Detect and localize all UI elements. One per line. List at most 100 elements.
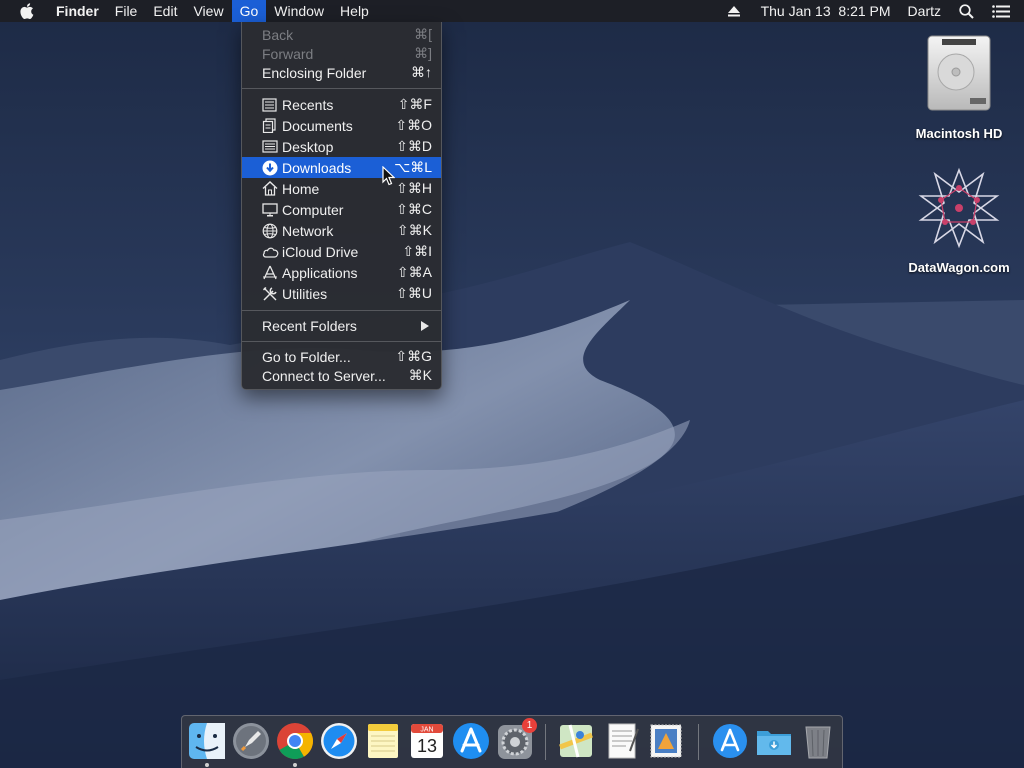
desktop-icon-label: DataWagon.com (908, 260, 1010, 275)
hard-drive-icon (927, 35, 991, 111)
menu-item-icloud-drive[interactable]: iCloud Drive ⇧⌘I (242, 241, 441, 262)
notes-icon (368, 724, 398, 758)
menu-item-shortcut: ⇧⌘A (396, 264, 432, 280)
dock-safari[interactable] (319, 721, 359, 761)
dock-applications-stack[interactable] (710, 721, 750, 761)
icloud-icon (262, 247, 279, 258)
app-store-icon (453, 723, 489, 759)
finder-icon (189, 723, 225, 759)
menu-item-shortcut: ⌘] (414, 45, 432, 61)
menu-item-label: Home (282, 180, 320, 197)
menu-item-shortcut: ⇧⌘F (397, 96, 432, 112)
running-indicator (205, 763, 209, 767)
menu-item-label: Utilities (282, 285, 328, 302)
notification-badge: 1 (522, 718, 537, 733)
menu-item-shortcut: ⇧⌘H (396, 180, 432, 196)
dock-mail[interactable] (646, 721, 686, 761)
menu-item-shortcut: ⇧⌘C (396, 201, 432, 217)
notification-center-button[interactable] (982, 0, 1024, 22)
menu-file[interactable]: File (107, 0, 146, 22)
menu-separator (242, 310, 441, 311)
mouse-cursor-icon (382, 166, 395, 186)
menu-item-desktop[interactable]: Desktop ⇧⌘D (242, 136, 441, 157)
dock-notes[interactable] (363, 721, 403, 761)
notification-center-icon (992, 4, 1010, 18)
desktop-icon (262, 140, 278, 153)
desktop-wallpaper (0, 0, 1024, 768)
spotlight-icon (959, 3, 974, 19)
dock-textedit[interactable] (602, 721, 642, 761)
menu-item-recent-folders[interactable]: Recent Folders (242, 315, 441, 336)
safari-icon (321, 723, 357, 759)
dock-trash[interactable] (798, 721, 838, 761)
menu-item-label: Applications (282, 264, 358, 281)
menu-edit[interactable]: Edit (145, 0, 185, 22)
menu-item-label: Recent Folders (262, 317, 357, 334)
menu-item-shortcut: ⇧⌘G (395, 348, 432, 364)
calendar-day: 13 (417, 736, 437, 756)
dock-finder[interactable] (187, 721, 227, 767)
apple-menu[interactable] (0, 0, 48, 22)
home-icon (262, 181, 278, 196)
menu-item-label: Connect to Server... (262, 367, 386, 384)
downloads-icon (262, 160, 278, 175)
dock-maps[interactable] (556, 721, 596, 761)
menu-item-downloads[interactable]: Downloads ⌥⌘L (242, 157, 441, 178)
menu-item-label: Go to Folder... (262, 348, 351, 365)
menu-item-label: Forward (262, 45, 314, 62)
dock-system-preferences[interactable]: 1 (495, 718, 537, 761)
calendar-month: JAN (420, 727, 433, 734)
menu-item-shortcut: ⇧⌘U (396, 285, 432, 301)
network-icon (262, 223, 278, 238)
menu-item-recents[interactable]: Recents ⇧⌘F (242, 94, 441, 115)
dock-chrome[interactable] (275, 721, 315, 767)
menu-item-label: Recents (282, 96, 334, 113)
menu-bar: Finder File Edit View Go Window Help Thu… (0, 0, 1024, 22)
mail-stamp-icon (650, 724, 682, 758)
menu-item-network[interactable]: Network ⇧⌘K (242, 220, 441, 241)
menu-finder[interactable]: Finder (48, 0, 107, 22)
menu-item-label: iCloud Drive (282, 243, 359, 260)
applications-icon (263, 265, 277, 280)
trash-icon (805, 726, 831, 759)
dock-calendar[interactable]: JAN 13 (407, 721, 447, 761)
desktop-icon-datawagon[interactable]: DataWagon.com (900, 166, 1018, 275)
menu-item-go-to-folder[interactable]: Go to Folder... ⇧⌘G (242, 346, 441, 367)
menu-item-shortcut: ⌘K (408, 367, 432, 383)
dock-app-store[interactable] (451, 721, 491, 761)
menu-help[interactable]: Help (332, 0, 377, 22)
menu-item-enclosing-folder[interactable]: Enclosing Folder ⌘↑ (242, 62, 441, 83)
menu-item-computer[interactable]: Computer ⇧⌘C (242, 199, 441, 220)
spotlight-button[interactable] (951, 0, 982, 22)
menu-item-label: Downloads (282, 159, 352, 176)
menubar-user[interactable]: Dartz (898, 0, 951, 22)
chrome-icon (277, 723, 313, 760)
menu-item-back[interactable]: Back ⌘[ (242, 24, 441, 45)
dock: JAN 13 1 (181, 715, 843, 768)
launchpad-icon (233, 723, 269, 759)
menu-item-connect-to-server[interactable]: Connect to Server... ⌘K (242, 365, 441, 386)
dock-separator (698, 724, 699, 760)
utilities-icon (263, 286, 277, 301)
menubar-clock[interactable]: Thu Jan 13 8:21 PM (754, 0, 898, 22)
dock-launchpad[interactable] (231, 721, 271, 761)
menu-view[interactable]: View (185, 0, 231, 22)
dock-downloads-stack[interactable] (754, 721, 794, 761)
menu-item-forward[interactable]: Forward ⌘] (242, 43, 441, 64)
menu-window[interactable]: Window (266, 0, 332, 22)
menu-item-label: Back (262, 26, 294, 43)
menu-item-shortcut: ⇧⌘O (395, 117, 432, 133)
dock-separator (545, 724, 546, 760)
menu-item-applications[interactable]: Applications ⇧⌘A (242, 262, 441, 283)
menu-item-home[interactable]: Home ⇧⌘H (242, 178, 441, 199)
menu-go[interactable]: Go (231, 0, 267, 22)
go-menu-dropdown: Back ⌘[ Forward ⌘] Enclosing Folder ⌘↑ R… (241, 22, 442, 390)
desktop-icon-macintosh-hd[interactable]: Macintosh HD (903, 30, 1015, 141)
calendar-icon: JAN 13 (411, 724, 443, 758)
menu-item-utilities[interactable]: Utilities ⇧⌘U (242, 283, 441, 304)
menu-item-label: Desktop (282, 138, 334, 155)
recents-icon (262, 97, 277, 112)
eject-menu-extra[interactable] (714, 0, 754, 22)
menu-item-documents[interactable]: Documents ⇧⌘O (242, 115, 441, 136)
menu-separator (242, 88, 441, 89)
